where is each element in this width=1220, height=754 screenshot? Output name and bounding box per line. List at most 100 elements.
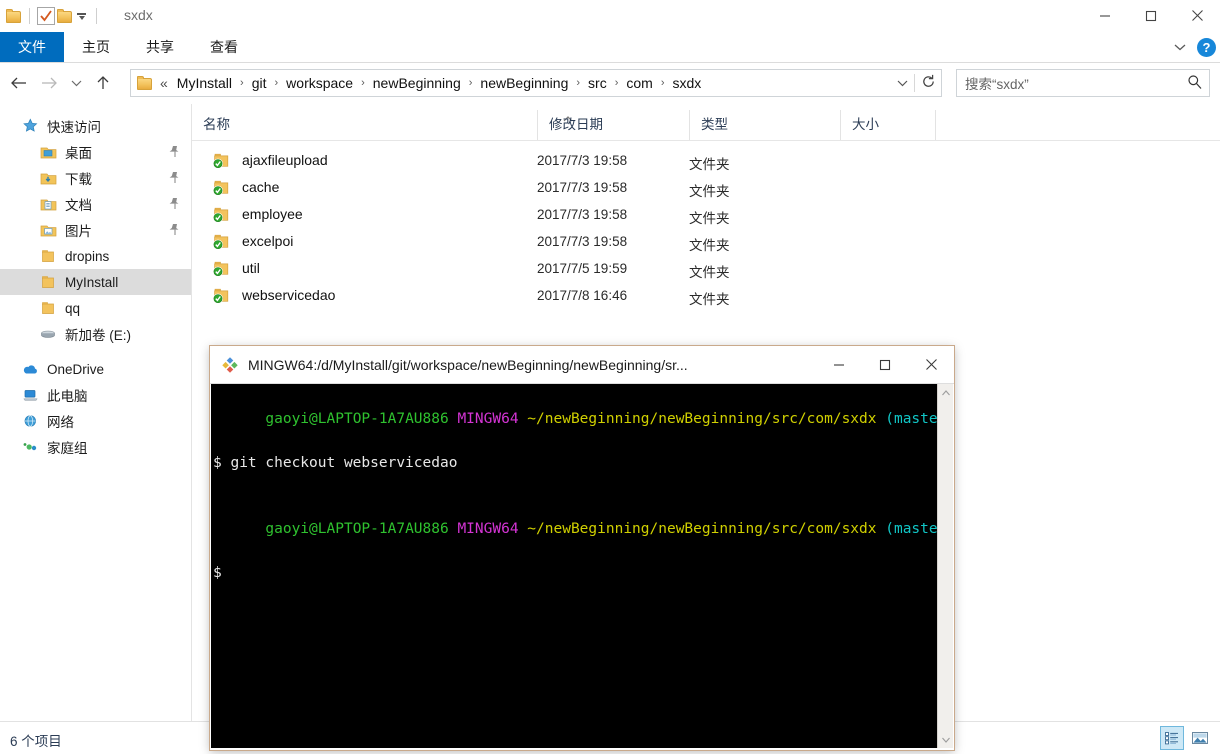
terminal-maximize-button[interactable] (862, 346, 908, 384)
column-header-end (935, 110, 947, 140)
breadcrumb-item-0[interactable]: MyInstall (174, 73, 235, 93)
item-count-label: 6 个项目 (10, 734, 62, 749)
search-icon[interactable] (1187, 74, 1203, 93)
breadcrumb-item-7[interactable]: sxdx (670, 73, 705, 93)
table-row[interactable]: webservicedao 2017/7/8 16:46 文件夹 (192, 283, 1220, 310)
drive-icon (40, 326, 58, 342)
table-row[interactable]: excelpoi 2017/7/3 19:58 文件夹 (192, 229, 1220, 256)
terminal-close-button[interactable] (908, 346, 954, 384)
terminal-output-area[interactable]: gaoyi@LAPTOP-1A7AU886 MINGW64 ~/newBegin… (211, 384, 937, 748)
customize-dropdown-icon[interactable] (75, 7, 89, 25)
sidebar-item-dropins[interactable]: dropins (0, 243, 191, 269)
pictures-icon (40, 222, 58, 238)
explorer-title-bar: sxdx (0, 0, 1220, 32)
tab-view[interactable]: 查看 (198, 32, 250, 62)
table-row[interactable]: ajaxfileupload 2017/7/3 19:58 文件夹 (192, 148, 1220, 175)
computer-icon (22, 387, 40, 403)
tab-share[interactable]: 共享 (134, 32, 186, 62)
breadcrumb-item-5[interactable]: src (585, 73, 610, 93)
breadcrumb-overflow[interactable]: « (160, 75, 168, 91)
minimize-button[interactable] (1082, 0, 1128, 31)
sidebar-item-label: 家庭组 (47, 441, 88, 456)
quick-access-toolbar (6, 2, 102, 30)
column-header-size[interactable]: 大小 (840, 110, 935, 140)
breadcrumb-folder-icon (137, 75, 153, 91)
properties-icon[interactable] (37, 7, 55, 25)
breadcrumb-sep: › (576, 77, 581, 89)
sidebar-item-myinstall[interactable]: MyInstall (0, 269, 191, 295)
sidebar-item-this-pc[interactable]: 此电脑 (0, 382, 191, 408)
tab-file[interactable]: 文件 (0, 32, 64, 62)
file-date: 2017/7/3 19:58 (537, 153, 628, 168)
pin-icon[interactable] (169, 197, 181, 210)
breadcrumb-sep: › (660, 77, 665, 89)
details-view-button[interactable] (1160, 726, 1184, 750)
column-header-type[interactable]: 类型 (689, 110, 840, 140)
mingw64-terminal-window[interactable]: MINGW64:/d/MyInstall/git/workspace/newBe… (210, 346, 954, 750)
file-name: webservicedao (242, 287, 336, 303)
sidebar-item-downloads[interactable]: 下载 (0, 165, 191, 191)
up-button[interactable] (88, 68, 118, 98)
column-header-name[interactable]: 名称 (192, 110, 537, 140)
scroll-up-icon[interactable] (938, 384, 954, 401)
back-button[interactable] (4, 68, 34, 98)
address-dropdown-icon[interactable] (890, 76, 914, 91)
sidebar-item-homegroup[interactable]: 家庭组 (0, 434, 191, 460)
sidebar-item-label: dropins (65, 248, 110, 264)
terminal-title: MINGW64:/d/MyInstall/git/workspace/newBe… (248, 356, 688, 373)
help-icon[interactable]: ? (1197, 37, 1216, 57)
file-type: 文件夹 (689, 184, 730, 199)
address-breadcrumb-bar[interactable]: « MyInstall › git › workspace › newBegin… (130, 69, 942, 97)
file-date: 2017/7/3 19:58 (537, 207, 628, 222)
breadcrumb-item-6[interactable]: com (623, 73, 655, 93)
pin-icon[interactable] (169, 145, 181, 158)
window-controls (1082, 0, 1220, 31)
table-row[interactable]: employee 2017/7/3 19:58 文件夹 (192, 202, 1220, 229)
large-icons-view-button[interactable] (1188, 726, 1212, 750)
scroll-down-icon[interactable] (938, 731, 954, 748)
forward-button[interactable] (34, 68, 64, 98)
table-row[interactable]: util 2017/7/5 19:59 文件夹 (192, 256, 1220, 283)
pin-icon[interactable] (169, 171, 181, 184)
sidebar-item-documents[interactable]: 文档 (0, 191, 191, 217)
terminal-user-host: gaoyi@LAPTOP-1A7AU886 (265, 521, 449, 537)
git-bash-icon (221, 356, 239, 374)
terminal-title-bar[interactable]: MINGW64:/d/MyInstall/git/workspace/newBe… (210, 346, 954, 384)
navigation-buttons (4, 68, 118, 98)
toolbar-divider-2 (96, 8, 97, 24)
sidebar-item-qq[interactable]: qq (0, 295, 191, 321)
breadcrumb-item-3[interactable]: newBeginning (370, 73, 464, 93)
maximize-button[interactable] (1128, 0, 1174, 31)
search-input[interactable]: 搜索“sxdx” (956, 69, 1210, 97)
breadcrumb-item-4[interactable]: newBeginning (477, 73, 571, 93)
file-date: 2017/7/5 19:59 (537, 261, 628, 276)
table-row[interactable]: cache 2017/7/3 19:58 文件夹 (192, 175, 1220, 202)
file-type: 文件夹 (689, 238, 730, 253)
folder-git-icon (212, 152, 231, 170)
refresh-icon[interactable] (915, 74, 941, 92)
sidebar-item-quick-access[interactable]: 快速访问 (0, 113, 191, 139)
tab-home[interactable]: 主页 (70, 32, 122, 62)
breadcrumb-sep: › (361, 77, 365, 89)
terminal-minimize-button[interactable] (816, 346, 862, 384)
chevron-down-icon[interactable] (1173, 40, 1187, 55)
terminal-scrollbar[interactable] (937, 384, 953, 748)
terminal-line: gaoyi@LAPTOP-1A7AU886 MINGW64 ~/newBegin… (213, 386, 937, 452)
breadcrumb-item-2[interactable]: workspace (283, 73, 356, 93)
close-button[interactable] (1174, 0, 1220, 31)
breadcrumb-item-1[interactable]: git (249, 73, 270, 93)
column-header-date-modified[interactable]: 修改日期 (537, 110, 689, 140)
file-date: 2017/7/3 19:58 (537, 180, 628, 195)
sidebar-item-pictures[interactable]: 图片 (0, 217, 191, 243)
sidebar-item-desktop[interactable]: 桌面 (0, 139, 191, 165)
new-folder-icon[interactable] (57, 8, 73, 24)
pin-icon[interactable] (169, 223, 181, 236)
sidebar-item-new-volume-e[interactable]: 新加卷 (E:) (0, 321, 191, 347)
sidebar-item-onedrive[interactable]: OneDrive (0, 356, 191, 382)
sidebar-item-network[interactable]: 网络 (0, 408, 191, 434)
file-type: 文件夹 (689, 265, 730, 280)
sidebar-item-label: qq (65, 300, 81, 316)
recent-locations-icon[interactable] (64, 68, 88, 98)
desktop-icon (40, 144, 58, 160)
folder-icon[interactable] (6, 8, 22, 24)
